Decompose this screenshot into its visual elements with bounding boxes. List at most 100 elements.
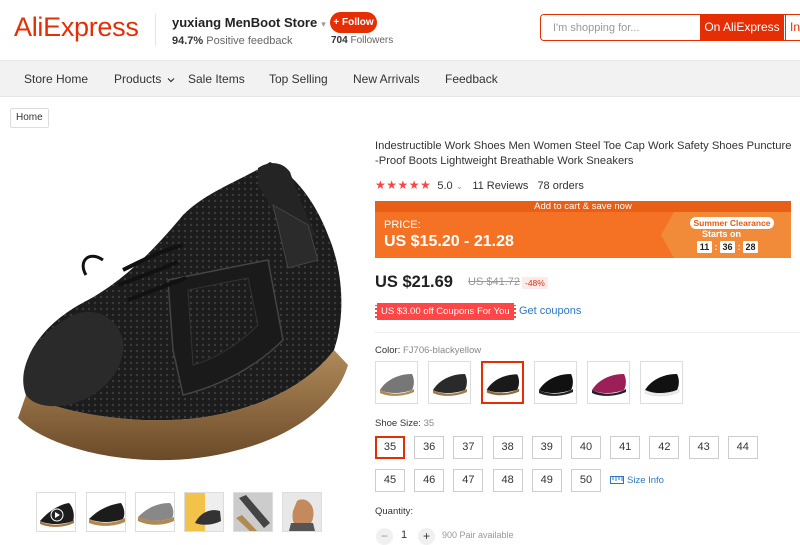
product-title: Indestructible Work Shoes Men Women Stee… [375,140,792,167]
followers-number: 704 [331,35,348,46]
store-feedback: 94.7% Positive feedback [172,35,292,47]
countdown-timer: 11:36:28 [697,241,758,253]
thumbnail-shoe-image [37,493,75,531]
countdown-seconds: 28 [743,241,758,253]
thumbnail-3[interactable] [135,492,175,532]
thumbnail-shoe-image [283,493,321,531]
followers-count: 704 Followers [331,35,393,46]
color-swatch-1[interactable] [375,361,418,404]
countdown-hours: 11 [697,241,712,253]
star-rating-icon: ★★★★★ [375,178,432,192]
feedback-label: Positive feedback [206,35,293,47]
chevron-down-icon[interactable]: ⌄ [456,181,464,191]
size-option[interactable]: 48 [492,469,523,492]
quantity-label: Quantity: [375,506,414,517]
nav-top-selling[interactable]: Top Selling [269,61,328,97]
size-info-link[interactable]: Size Info [610,475,664,486]
thumbnail-5[interactable] [233,492,273,532]
rating-row: ★★★★★ 5.0 ⌄ 11 Reviews 78 orders [375,178,584,194]
divider [375,332,800,333]
chevron-down-icon[interactable]: ▾ [321,19,326,29]
size-option[interactable]: 43 [688,436,719,459]
aliexpress-logo[interactable]: AliExpress [14,12,139,43]
size-option[interactable]: 36 [414,436,445,459]
size-option[interactable]: 42 [649,436,680,459]
color-swatch-3-selected[interactable] [481,361,524,404]
store-name-text[interactable]: yuxiang MenBoot Store [172,15,317,30]
main-product-image[interactable] [8,150,354,480]
size-value: 35 [423,418,435,429]
stock-available: 900 Pair available [442,530,514,540]
follow-button[interactable]: + Follow [330,12,377,33]
size-option[interactable]: 40 [571,436,601,459]
size-option[interactable]: 49 [531,469,562,492]
nav-products-label[interactable]: Products [114,72,161,86]
color-label: Color: FJ706-blackyellow [375,345,481,356]
current-price: US $21.69 [375,273,453,291]
size-option[interactable]: 44 [727,436,758,459]
size-option[interactable]: 46 [414,469,445,492]
nav-products[interactable]: Products [114,61,175,97]
thumbnail-6[interactable] [282,492,322,532]
size-option[interactable]: 38 [492,436,523,459]
ruler-icon [610,476,624,485]
followers-label: Followers [350,35,394,46]
size-option[interactable]: 35 [375,436,405,459]
size-option[interactable]: 37 [453,436,484,459]
swatch-shoe-image [592,374,626,396]
thumbnail-shoe-image [234,493,272,531]
thumbnail-2[interactable] [86,492,126,532]
size-option[interactable]: 45 [375,469,405,492]
size-label-text: Shoe Size: [375,418,421,429]
reviews-count[interactable]: 11 Reviews [472,180,528,192]
nav-new-arrivals[interactable]: New Arrivals [353,61,420,97]
store-header: AliExpress yuxiang MenBoot Store ▾ 94.7% … [0,0,800,60]
quantity-increase-button[interactable]: + [418,528,435,545]
swatch-shoe-image [380,374,414,396]
nav-feedback[interactable]: Feedback [445,61,498,97]
shoe-image [18,162,348,461]
quantity-input[interactable]: 1 [401,529,407,541]
store-nav: Store Home Products Sale Items Top Selli… [0,60,800,97]
search-in-store-button[interactable]: In [785,15,800,40]
breadcrumb-home[interactable]: Home [10,108,49,128]
size-option[interactable]: 47 [453,469,484,492]
coupon-tag[interactable]: US $3.00 off Coupons For You [375,303,516,320]
color-label-text: Color: [375,345,401,356]
banner-top-text: Add to cart & save now [375,201,791,212]
nav-store-home[interactable]: Store Home [24,61,88,97]
size-option[interactable]: 41 [610,436,641,459]
size-label: Shoe Size: 35 [375,418,434,429]
rating-value[interactable]: 5.0 [437,180,452,192]
nav-sale-items[interactable]: Sale Items [188,61,245,97]
chevron-down-icon[interactable] [167,77,175,83]
color-swatch-4[interactable] [534,361,577,404]
size-option[interactable]: 39 [531,436,562,459]
size-option[interactable]: 50 [571,469,601,492]
color-swatch-6[interactable] [640,361,683,404]
original-price: US $41.72 [468,276,520,288]
color-value: FJ706-blackyellow [402,345,482,356]
search-on-aliexpress-button[interactable]: On AliExpress [700,15,784,40]
price-banner: Add to cart & save now PRICE: US $15.20 … [375,201,791,258]
thumbnail-4[interactable] [184,492,224,532]
color-swatch-5[interactable] [587,361,630,404]
thumbnail-1[interactable] [36,492,76,532]
size-info-label[interactable]: Size Info [627,475,664,486]
swatch-shoe-image [644,374,680,397]
store-name[interactable]: yuxiang MenBoot Store ▾ [172,15,326,30]
starts-on-label: Starts on [702,229,742,239]
search-input[interactable] [541,15,699,40]
countdown-minutes: 36 [720,241,735,253]
discount-badge: -48% [522,277,548,289]
price-range: US $15.20 - 21.28 [384,233,514,250]
quantity-decrease-button[interactable]: − [376,528,393,545]
swatch-shoe-image [433,374,467,396]
orders-count: 78 orders [537,180,584,192]
thumbnail-shoe-image [136,493,174,531]
header-divider [155,14,156,46]
price-label: PRICE: [384,219,421,231]
thumbnail-shoe-image [185,493,223,531]
get-coupons-link[interactable]: Get coupons [519,305,581,317]
color-swatch-2[interactable] [428,361,471,404]
